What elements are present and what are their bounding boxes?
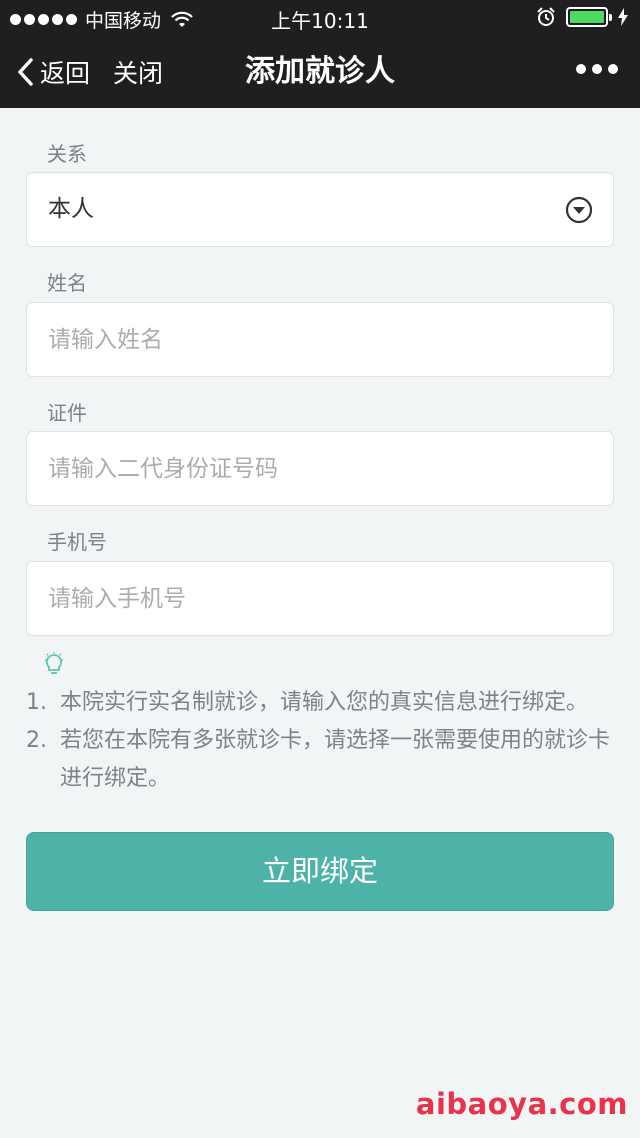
phone-field-box [26,561,614,636]
dropdown-arrow-icon [565,196,593,224]
relation-select[interactable]: 本人 [26,172,614,247]
name-input[interactable] [27,303,613,376]
phone-input[interactable] [27,562,613,635]
watermark: aibaoya.com [415,1087,628,1121]
relation-label: 关系 [47,142,87,166]
tip-number: 1. [26,690,47,715]
tip-item: 2. 若您在本院有多张就诊卡，请选择一张需要使用的就诊卡进行绑定。 [26,722,616,798]
id-number-input[interactable] [27,432,613,505]
tip-text: 本院实行实名制就诊，请输入您的真实信息进行绑定。 [60,690,589,715]
relation-value: 本人 [48,196,94,222]
name-field-box [26,302,614,377]
phone-label: 手机号 [47,530,107,554]
id-label: 证件 [47,401,87,425]
charging-bolt-icon [618,8,628,26]
page-title: 添加就诊人 [245,54,395,89]
more-options-icon[interactable] [576,64,618,74]
name-label: 姓名 [47,271,87,295]
bind-now-button[interactable]: 立即绑定 [26,832,614,911]
tip-number: 2. [26,728,47,753]
navigation-bar: 返回 关闭 添加就诊人 [0,36,640,108]
tips-list: 1. 本院实行实名制就诊，请输入您的真实信息进行绑定。 2. 若您在本院有多张就… [26,684,616,798]
page: 中国移动 上午10:11 返回 关闭 添加就诊人 关系 本人 姓名 请输入姓名 … [0,0,640,1138]
tip-text: 若您在本院有多张就诊卡，请选择一张需要使用的就诊卡进行绑定。 [60,728,611,791]
lightbulb-icon [45,652,63,674]
alarm-clock-icon [537,7,555,26]
battery-icon [566,7,612,27]
tip-item: 1. 本院实行实名制就诊，请输入您的真实信息进行绑定。 [26,684,616,722]
status-right [536,7,628,27]
status-bar: 中国移动 上午10:11 [0,0,640,36]
id-field-box [26,431,614,506]
